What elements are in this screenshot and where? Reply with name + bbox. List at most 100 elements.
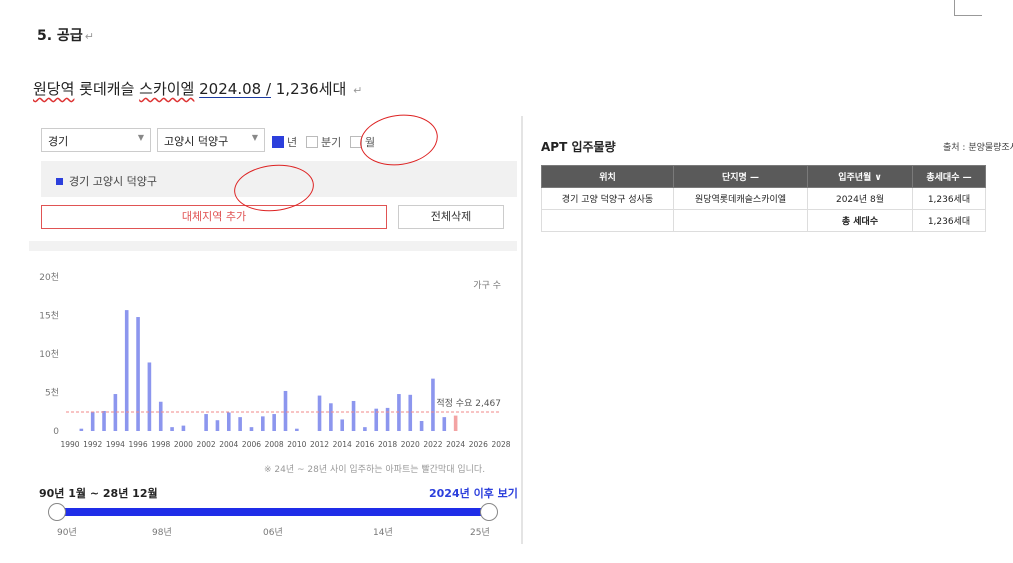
supply-bar-chart: 20천 15천 10천 5천 0 가구 수적정 수요 2,467 1990 1992 1994 1… xyxy=(39,272,511,449)
bar xyxy=(340,419,345,431)
bar xyxy=(453,415,458,431)
data-source-label: 출처 : 분양물량조사 xyxy=(943,143,1013,153)
section-divider xyxy=(29,241,517,251)
bar xyxy=(181,425,186,431)
y-tick-label: 10천 xyxy=(39,349,59,360)
y-tick-label: 5천 xyxy=(45,388,59,399)
bar xyxy=(329,403,333,431)
table-cell xyxy=(673,209,808,232)
apt-supply-title: APT 입주물량 xyxy=(541,140,616,154)
clear-all-button[interactable]: 전체삭제 xyxy=(398,205,504,229)
bar xyxy=(419,420,424,431)
district-select-value: 고양시 덕양구 xyxy=(164,135,229,148)
add-region-button[interactable]: 대체지역 추가 xyxy=(41,205,387,229)
x-tick-label: 1996 xyxy=(129,440,148,449)
x-tick-label: 2006 xyxy=(242,440,261,449)
project-summary-line: 원당역 롯데캐슬 스카이엘 2024.08 / 1,236세대 ↵ xyxy=(33,80,363,98)
range-slider-start-handle[interactable] xyxy=(48,503,66,521)
table-cell xyxy=(541,209,674,232)
bar xyxy=(124,310,129,431)
period-year-checkbox[interactable]: 년 xyxy=(272,134,297,150)
table-cell: 2024년 8월 xyxy=(807,187,913,210)
x-tick-label: 1990 xyxy=(60,440,79,449)
x-tick-label: 2000 xyxy=(174,440,193,449)
slider-tick-label: 25년 xyxy=(470,528,490,538)
reference-line-label: 적정 수요 2,467 xyxy=(436,397,501,409)
x-tick-label: 2022 xyxy=(423,440,442,449)
x-tick-label: 2008 xyxy=(265,440,284,449)
bar xyxy=(431,378,435,431)
y-tick-label: 0 xyxy=(53,427,59,437)
section-heading: 5. 공급 ↵ xyxy=(37,28,94,44)
range-slider-track[interactable] xyxy=(57,508,489,516)
bar xyxy=(385,407,390,431)
bar xyxy=(147,362,152,431)
range-slider-end-handle[interactable] xyxy=(480,503,498,521)
table-header-row: 위치 단지명 — 입주년월 ∨ 총세대수 — xyxy=(541,165,986,188)
bar xyxy=(408,394,413,431)
dropdown-arrow-icon: ▼ xyxy=(137,133,144,142)
bar xyxy=(317,395,322,431)
table-cell: 1,236세대 xyxy=(912,187,986,210)
dropdown-arrow-icon: ▼ xyxy=(251,133,258,142)
x-tick-label: 2014 xyxy=(333,440,352,449)
x-tick-label: 2010 xyxy=(287,440,306,449)
bar xyxy=(272,414,276,431)
column-header-complex[interactable]: 단지명 — xyxy=(673,165,808,188)
y-tick-label: 20천 xyxy=(39,272,59,283)
bar xyxy=(249,427,254,431)
date-range-label: 90년 1월 ~ 28년 12월 xyxy=(39,487,158,500)
x-tick-label: 2012 xyxy=(310,440,329,449)
bar xyxy=(158,401,163,431)
x-tick-label: 1992 xyxy=(83,440,102,449)
slider-tick-label: 14년 xyxy=(373,528,393,538)
bar xyxy=(102,410,106,431)
page-corner-mark xyxy=(954,0,982,16)
bar xyxy=(442,417,447,431)
bar xyxy=(397,394,401,431)
chart-note: ※ 24년 ~ 28년 사이 입주하는 아파트는 빨간막대 입니다. xyxy=(264,465,486,475)
x-tick-label: 2004 xyxy=(219,440,238,449)
bar xyxy=(226,412,231,431)
bar xyxy=(113,394,118,431)
table-row[interactable]: 경기 고양 덕양구 성사동 원당역롯데캐슬스카이엘 2024년 8월 1,236… xyxy=(541,187,986,210)
column-header-location[interactable]: 위치 xyxy=(541,165,674,188)
x-tick-label: 2002 xyxy=(197,440,216,449)
bar xyxy=(261,416,265,431)
table-total-row: 총 세대수 1,236세대 xyxy=(541,209,986,232)
view-after-2024-link[interactable]: 2024년 이후 보기 xyxy=(429,485,518,501)
bar xyxy=(215,420,220,431)
slider-tick-label: 90년 xyxy=(57,528,77,538)
table-cell: 1,236세대 xyxy=(912,209,986,232)
bar xyxy=(283,390,288,431)
selected-region-item[interactable]: 경기 고양시 덕양구 xyxy=(56,173,157,189)
y-tick-label: 15천 xyxy=(39,311,59,322)
x-tick-label: 2026 xyxy=(469,440,488,449)
slider-tick-label: 06년 xyxy=(263,528,283,538)
x-tick-label: 1994 xyxy=(106,440,125,449)
province-select[interactable]: 경기 ▼ xyxy=(41,128,151,152)
bar xyxy=(204,414,208,431)
apt-supply-table: 위치 단지명 — 입주년월 ∨ 총세대수 — 경기 고양 덕양구 성사동 원당역… xyxy=(541,165,986,232)
bar xyxy=(90,411,95,431)
bar xyxy=(351,400,356,431)
checkbox-checked-icon xyxy=(272,136,284,148)
x-tick-label: 2020 xyxy=(401,440,420,449)
table-cell: 원당역롯데캐슬스카이엘 xyxy=(673,187,808,210)
bar xyxy=(79,428,84,431)
region-color-square-icon xyxy=(56,177,63,185)
bar xyxy=(238,417,242,431)
slider-tick-label: 98년 xyxy=(152,528,172,538)
x-tick-label: 1998 xyxy=(151,440,170,449)
bar xyxy=(170,427,174,431)
bar xyxy=(295,428,299,431)
bar xyxy=(363,427,367,431)
column-header-move-in[interactable]: 입주년월 ∨ xyxy=(807,165,913,188)
column-header-households[interactable]: 총세대수 — xyxy=(912,165,986,188)
checkbox-icon xyxy=(306,136,318,148)
province-select-value: 경기 xyxy=(48,135,69,148)
x-tick-label: 2024 xyxy=(446,440,465,449)
period-quarter-checkbox[interactable]: 분기 xyxy=(306,134,341,150)
bar xyxy=(136,317,140,431)
district-select[interactable]: 고양시 덕양구 ▼ xyxy=(157,128,265,152)
